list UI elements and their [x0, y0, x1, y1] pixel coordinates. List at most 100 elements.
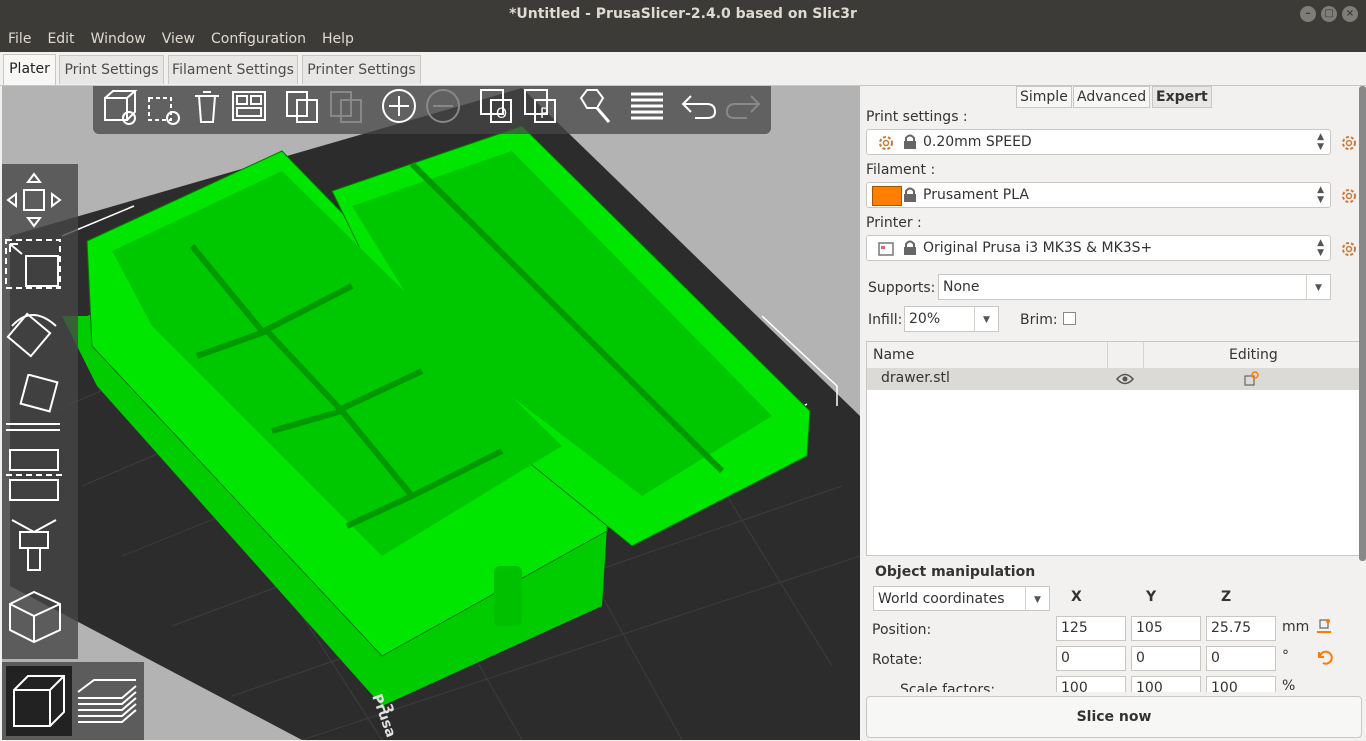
3d-viewport[interactable]: 3 Prusa O P	[2, 86, 860, 740]
chevron-down-icon: ▼	[1306, 275, 1330, 299]
rotate-y-input[interactable]: 0	[1131, 646, 1201, 671]
filament-color-swatch[interactable]	[872, 186, 902, 206]
print-settings-combo[interactable]: 0.20mm SPEED ▲ ▼	[866, 129, 1331, 155]
position-z-input[interactable]: 25.75	[1206, 616, 1276, 641]
add-object-icon[interactable]	[99, 86, 139, 126]
sidebar: Simple Advanced Expert Print settings : …	[862, 86, 1366, 741]
arrange-icon[interactable]	[229, 86, 269, 126]
object-name: drawer.stl	[881, 370, 950, 386]
printer-edit-gear-icon[interactable]	[1340, 240, 1358, 258]
undo-icon[interactable]	[679, 86, 719, 126]
slice-now-button[interactable]: Slice now	[866, 696, 1362, 738]
minimize-icon[interactable]: –	[1300, 6, 1316, 22]
main-tabs: Plater Print Settings Filament Settings …	[0, 52, 1366, 86]
view-toggle-toolbar	[2, 662, 144, 740]
drop-to-bed-icon[interactable]	[1315, 618, 1333, 636]
sidebar-scrollbar[interactable]	[1359, 86, 1366, 561]
print-settings-value: 0.20mm SPEED	[923, 134, 1032, 150]
rotate-z-input[interactable]: 0	[1206, 646, 1276, 671]
paste-icon[interactable]	[327, 86, 367, 126]
print-settings-gear-icon	[879, 136, 893, 150]
filament-value: Prusament PLA	[923, 187, 1029, 203]
tab-print-settings[interactable]: Print Settings	[59, 55, 164, 84]
brim-checkbox[interactable]	[1063, 312, 1076, 325]
tab-printer-settings[interactable]: Printer Settings	[302, 55, 421, 84]
coordinates-dropdown[interactable]: World coordinates ▼	[873, 586, 1050, 611]
paint-supports-icon[interactable]	[2, 514, 66, 574]
scale-label: Scale factors:	[900, 682, 996, 692]
column-name-header[interactable]: Name	[873, 347, 914, 363]
cut-icon[interactable]	[2, 444, 66, 504]
filament-combo[interactable]: Prusament PLA ▲ ▼	[866, 182, 1331, 208]
chevron-updown-icon: ▲ ▼	[1317, 238, 1324, 258]
add-instance-icon[interactable]	[379, 86, 419, 126]
scale-y-input[interactable]: 100	[1131, 676, 1201, 692]
move-icon[interactable]	[2, 170, 66, 230]
preview-button[interactable]	[74, 666, 140, 736]
remove-instance-icon[interactable]	[423, 86, 463, 126]
menu-window[interactable]: Window	[91, 28, 146, 52]
menu-help[interactable]: Help	[322, 28, 354, 52]
axis-z-label: Z	[1221, 589, 1232, 605]
redo-icon[interactable]	[723, 86, 763, 126]
object-list-header: Name Editing	[867, 342, 1361, 369]
mode-expert-button[interactable]: Expert	[1152, 86, 1212, 108]
print-settings-label: Print settings :	[866, 109, 968, 125]
place-on-face-icon[interactable]	[2, 374, 66, 434]
print-settings-edit-gear-icon[interactable]	[1340, 134, 1358, 152]
search-icon[interactable]	[573, 86, 613, 126]
infill-value: 20%	[909, 311, 941, 327]
printer-icon	[878, 242, 894, 256]
position-x-input[interactable]: 125	[1056, 616, 1126, 641]
reset-rotation-icon[interactable]	[1315, 648, 1333, 666]
infill-dropdown[interactable]: 20% ▼	[904, 306, 999, 332]
printer-combo[interactable]: Original Prusa i3 MK3S & MK3S+ ▲ ▼	[866, 235, 1331, 261]
chevron-down-icon: ▼	[974, 307, 998, 331]
filament-edit-gear-icon[interactable]	[1340, 187, 1358, 205]
chevron-down-icon: ▼	[1025, 587, 1049, 610]
close-icon[interactable]: ×	[1342, 6, 1358, 22]
3d-view-icon	[13, 675, 65, 727]
split-parts-icon[interactable]: P	[521, 86, 561, 126]
scale-x-input[interactable]: 100	[1056, 676, 1126, 692]
menu-edit[interactable]: Edit	[47, 28, 74, 52]
chevron-updown-icon: ▲ ▼	[1317, 132, 1324, 152]
rotate-icon[interactable]	[2, 304, 66, 364]
delete-object-icon[interactable]	[143, 86, 183, 126]
supports-value: None	[943, 279, 980, 295]
lock-icon	[904, 240, 916, 255]
object-list: Name Editing drawer.stl	[866, 341, 1362, 556]
split-objects-icon[interactable]: O	[477, 86, 517, 126]
tab-plater[interactable]: Plater	[3, 54, 56, 85]
menu-configuration[interactable]: Configuration	[211, 28, 306, 52]
maximize-icon[interactable]: □	[1321, 6, 1337, 22]
column-editing-header[interactable]: Editing	[1229, 347, 1278, 363]
scene-canvas: 3 Prusa	[10, 88, 860, 740]
eye-icon[interactable]	[1116, 372, 1134, 386]
object-row[interactable]: drawer.stl	[867, 368, 1361, 390]
svg-text:P: P	[540, 106, 548, 122]
coordinates-value: World coordinates	[878, 591, 1005, 607]
mode-simple-button[interactable]: Simple	[1016, 86, 1072, 108]
lock-icon	[904, 134, 916, 149]
axis-x-label: X	[1071, 589, 1082, 605]
edit-settings-icon[interactable]	[1243, 371, 1259, 387]
mode-advanced-button[interactable]: Advanced	[1073, 86, 1151, 108]
top-toolbar: O P	[93, 86, 771, 134]
copy-icon[interactable]	[283, 86, 323, 126]
menu-file[interactable]: File	[8, 28, 31, 52]
position-y-input[interactable]: 105	[1131, 616, 1201, 641]
rotate-x-input[interactable]: 0	[1056, 646, 1126, 671]
tab-filament-settings[interactable]: Filament Settings	[168, 55, 298, 84]
delete-all-icon[interactable]	[187, 86, 227, 126]
scale-icon[interactable]	[2, 234, 66, 294]
3d-view-button[interactable]	[6, 666, 72, 736]
printer-label: Printer :	[866, 215, 922, 231]
supports-dropdown[interactable]: None ▼	[938, 274, 1331, 300]
position-unit: mm	[1282, 619, 1310, 635]
scale-z-input[interactable]: 100	[1206, 676, 1276, 692]
view-cube-icon[interactable]	[2, 584, 66, 644]
layers-editing-icon[interactable]	[627, 86, 667, 126]
menu-view[interactable]: View	[162, 28, 195, 52]
menu-bar: File Edit Window View Configuration Help	[0, 28, 1366, 52]
